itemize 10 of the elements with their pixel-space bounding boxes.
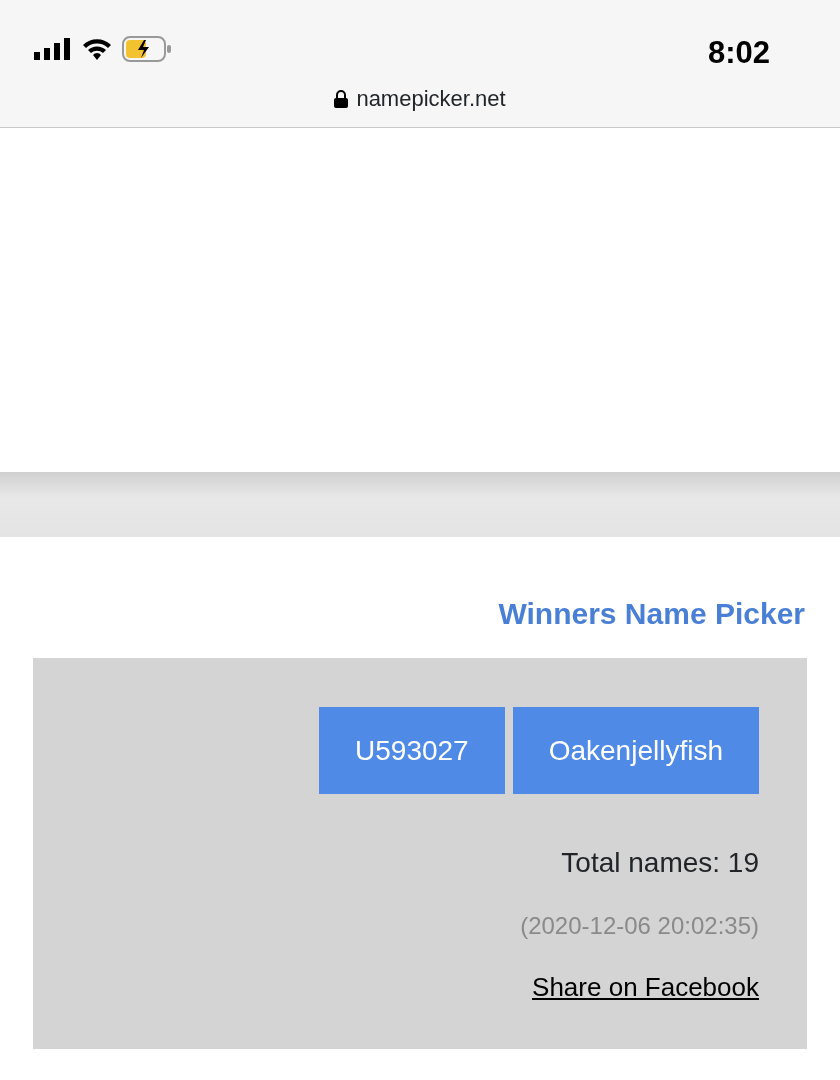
timestamp-text: (2020-12-06 20:02:35) <box>519 911 759 941</box>
total-names-text: Total names: 19 <box>560 846 759 880</box>
address-url[interactable]: namepicker.net <box>356 82 506 115</box>
page-title: Winners Name Picker <box>497 596 805 632</box>
share-facebook-link[interactable]: Share on Facebook <box>532 968 759 1007</box>
wifi-icon <box>82 37 112 61</box>
lock-icon <box>334 89 349 108</box>
battery-icon <box>122 36 172 62</box>
signal-icon <box>34 38 72 60</box>
clock-time: 8:02 <box>707 34 770 72</box>
